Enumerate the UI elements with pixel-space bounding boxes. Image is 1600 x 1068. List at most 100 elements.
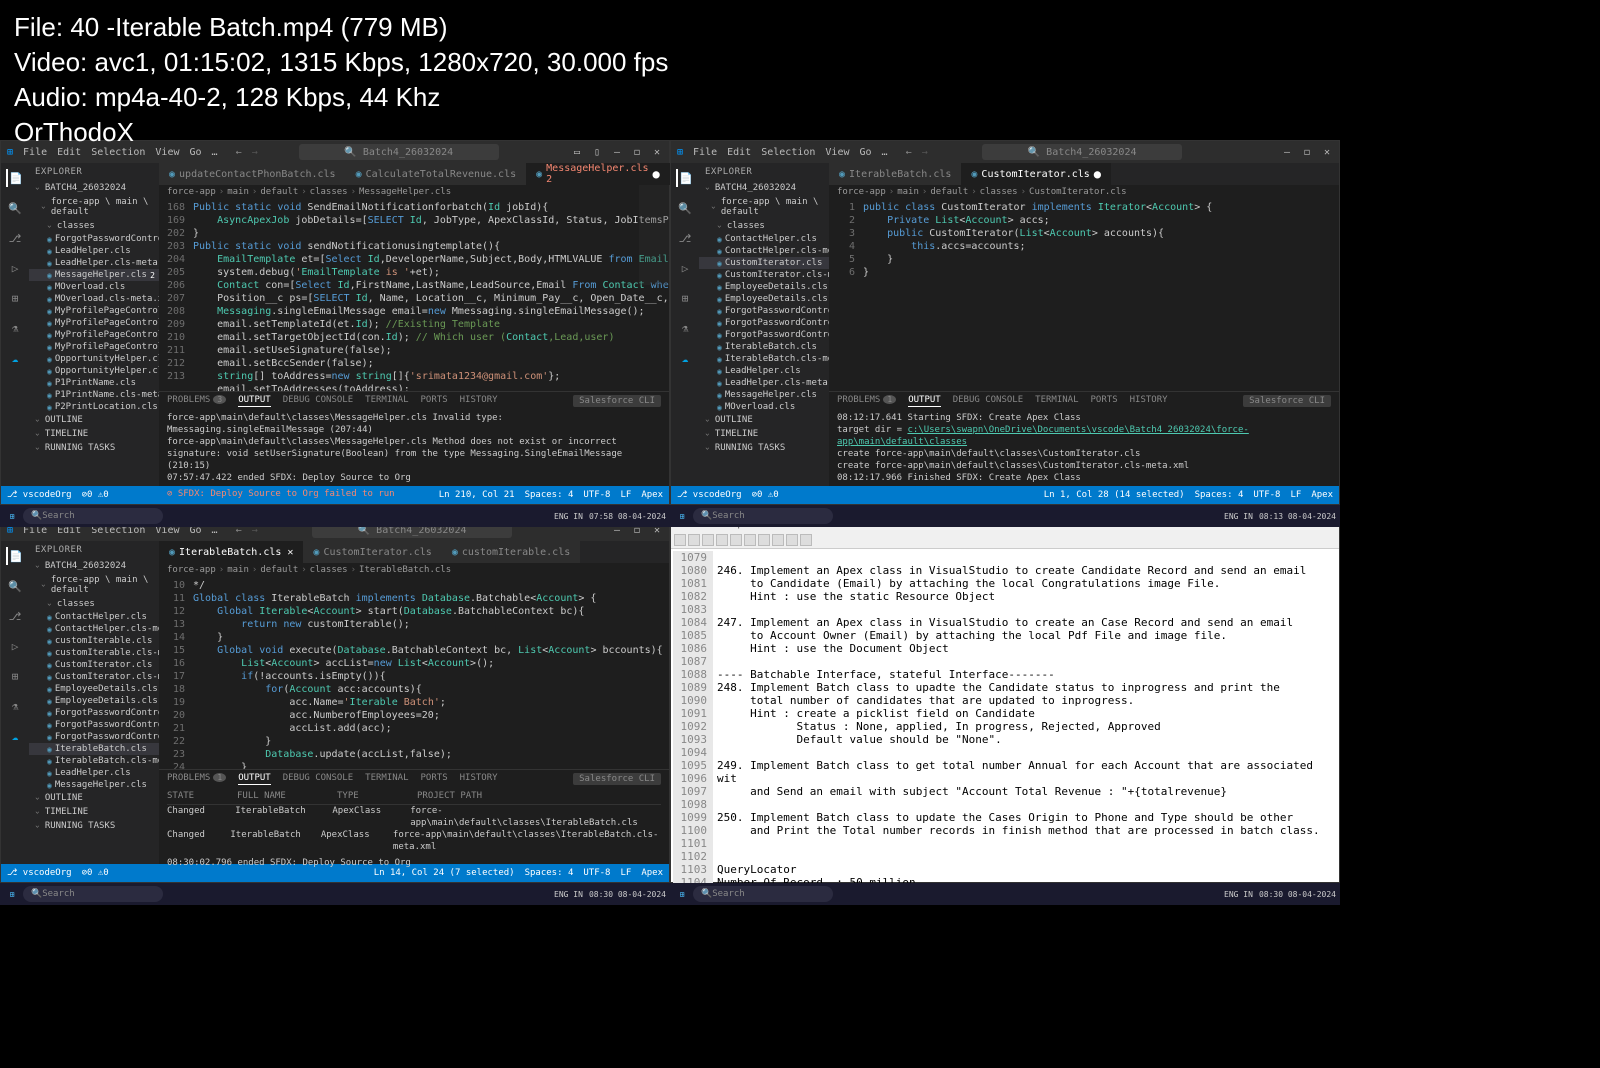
- maximize-icon[interactable]: ◻: [1301, 146, 1313, 158]
- output-channel-select[interactable]: Salesforce CLI: [573, 395, 661, 407]
- file-item[interactable]: ◉MyProfilePageControlle…: [29, 329, 159, 341]
- classes-folder[interactable]: classes: [29, 219, 159, 233]
- spaces-status[interactable]: Spaces: 4: [525, 868, 574, 878]
- file-item[interactable]: ◉EmployeeDetails.cls: [29, 683, 159, 695]
- file-item[interactable]: ◉ContactHelper.cls: [699, 233, 829, 245]
- file-item[interactable]: ◉EmployeeDetails.cls: [699, 281, 829, 293]
- debug-icon[interactable]: ▷: [6, 259, 24, 277]
- file-item[interactable]: ◉MOverload.cls-meta.xml: [29, 293, 159, 305]
- debug-console-tab[interactable]: DEBUG CONSOLE: [283, 773, 353, 785]
- np-tool-icon[interactable]: [716, 534, 728, 546]
- file-item[interactable]: ◉MessageHelper.cls2: [29, 269, 159, 281]
- breadcrumb[interactable]: force-app›main›default›classes›IterableB…: [159, 563, 669, 577]
- cursor-pos[interactable]: Ln 1, Col 28 (14 selected): [1044, 490, 1185, 500]
- code-lines[interactable]: Public static void SendEmailNotification…: [193, 201, 669, 391]
- ports-tab[interactable]: PORTS: [421, 773, 448, 785]
- editor-tab[interactable]: ◉ updateContactPhonBatch.cls: [159, 163, 346, 185]
- file-item[interactable]: ◉LeadHelper.cls: [29, 245, 159, 257]
- extensions-icon[interactable]: ⊞: [6, 289, 24, 307]
- branch-status[interactable]: ⎇ vscodeOrg: [677, 490, 742, 500]
- spaces-status[interactable]: Spaces: 4: [1195, 490, 1244, 500]
- test-icon[interactable]: ⚗: [676, 319, 694, 337]
- force-app-folder[interactable]: force-app \ main \ default: [699, 195, 829, 219]
- eol-status[interactable]: LF: [620, 490, 631, 500]
- clock[interactable]: 08:30 08-04-2024: [589, 890, 666, 899]
- editor-tab[interactable]: ◉ CustomIterator.cls: [303, 541, 441, 563]
- file-item[interactable]: ◉MOverload.cls: [699, 401, 829, 413]
- file-item[interactable]: ◉ForgotPasswordControll…: [699, 305, 829, 317]
- running-section[interactable]: RUNNING TASKS: [699, 441, 829, 455]
- file-item[interactable]: ◉MOverload.cls: [29, 281, 159, 293]
- debug-icon[interactable]: ▷: [676, 259, 694, 277]
- command-search[interactable]: 🔍 Batch4_26032024: [982, 144, 1182, 160]
- terminal-tab[interactable]: TERMINAL: [365, 395, 408, 407]
- debug-icon[interactable]: ▷: [6, 637, 24, 655]
- output-body[interactable]: force-app\main\default\classes\MessageHe…: [159, 410, 669, 502]
- file-item[interactable]: ◉ForgotPasswordControll…: [29, 233, 159, 245]
- problems-tab[interactable]: PROBLEMS3: [167, 395, 226, 407]
- clock[interactable]: 08:30 08-04-2024: [1259, 890, 1336, 899]
- output-channel-select[interactable]: Salesforce CLI: [573, 773, 661, 785]
- code-editor[interactable]: 1681692022032042052062072082092102112122…: [159, 199, 669, 391]
- file-item[interactable]: ◉EmployeeDetails.cls-me…: [29, 695, 159, 707]
- extensions-icon[interactable]: ⊞: [6, 667, 24, 685]
- terminal-tab[interactable]: TERMINAL: [365, 773, 408, 785]
- cursor-pos[interactable]: Ln 14, Col 24 (7 selected): [374, 868, 515, 878]
- np-tool-icon[interactable]: [772, 534, 784, 546]
- file-item[interactable]: ◉ContactHelper.cls-meta…: [29, 623, 159, 635]
- errors-status[interactable]: ⊘0 ⚠0: [82, 868, 109, 878]
- running-section[interactable]: RUNNING TASKS: [29, 441, 159, 455]
- np-tool-icon[interactable]: [688, 534, 700, 546]
- minimap[interactable]: [639, 199, 669, 285]
- spaces-status[interactable]: Spaces: 4: [525, 490, 574, 500]
- np-tool-icon[interactable]: [744, 534, 756, 546]
- outline-section[interactable]: OUTLINE: [29, 413, 159, 427]
- salesforce-icon[interactable]: ☁: [6, 349, 24, 367]
- file-item[interactable]: ◉customIterable.cls-met…: [29, 647, 159, 659]
- output-tab[interactable]: OUTPUT: [238, 395, 271, 407]
- search-activity-icon[interactable]: 🔍: [6, 199, 24, 217]
- file-item[interactable]: ◉customIterable.cls: [29, 635, 159, 647]
- start-icon[interactable]: ⊞: [4, 508, 20, 524]
- file-item[interactable]: ◉ContactHelper.cls: [29, 611, 159, 623]
- start-icon[interactable]: ⊞: [674, 886, 690, 902]
- taskbar-search[interactable]: 🔍 Search: [23, 886, 163, 902]
- code-lines[interactable]: public class CustomIterator implements I…: [863, 201, 1339, 391]
- classes-folder[interactable]: classes: [29, 597, 159, 611]
- np-tool-icon[interactable]: [702, 534, 714, 546]
- np-tool-icon[interactable]: [730, 534, 742, 546]
- code-lines[interactable]: */Global class IterableBatch implements …: [193, 579, 669, 769]
- file-item[interactable]: ◉IterableBatch.cls-meta…: [29, 755, 159, 767]
- cursor-pos[interactable]: Ln 210, Col 21: [439, 490, 515, 500]
- errors-status[interactable]: ⊘0 ⚠0: [82, 490, 109, 500]
- outline-section[interactable]: OUTLINE: [29, 791, 159, 805]
- file-item[interactable]: ◉CustomIterator.cls: [29, 659, 159, 671]
- root-folder[interactable]: BATCH4_26032024: [699, 181, 829, 195]
- taskbar-search[interactable]: 🔍 Search: [693, 508, 833, 524]
- editor-tab[interactable]: ◉ IterableBatch.cls ✕: [159, 541, 303, 563]
- file-item[interactable]: ◉ForgotPasswordControll…: [699, 329, 829, 341]
- breadcrumb[interactable]: force-app›main›default›classes›CustomIte…: [829, 185, 1339, 199]
- file-item[interactable]: ◉OpportunityHelper.cls: [29, 353, 159, 365]
- problems-tab[interactable]: PROBLEMS1: [167, 773, 226, 785]
- history-tab[interactable]: HISTORY: [460, 395, 498, 407]
- code-editor[interactable]: 123456 public class CustomIterator imple…: [829, 199, 1339, 391]
- salesforce-icon[interactable]: ☁: [676, 349, 694, 367]
- np-tool-icon[interactable]: [674, 534, 686, 546]
- force-app-folder[interactable]: force-app \ main \ default: [29, 195, 159, 219]
- clock[interactable]: 08:13 08-04-2024: [1259, 512, 1336, 521]
- file-item[interactable]: ◉MyProfilePageControlle…: [29, 341, 159, 353]
- editor-tab[interactable]: ◉ IterableBatch.cls: [829, 163, 961, 185]
- nav-fwd-icon[interactable]: →: [922, 147, 928, 158]
- file-item[interactable]: ◉EmployeeDetails.cls-me…: [699, 293, 829, 305]
- debug-console-tab[interactable]: DEBUG CONSOLE: [953, 395, 1023, 407]
- file-item[interactable]: ◉MyProfilePageControlle…: [29, 305, 159, 317]
- editor-tab[interactable]: ◉ CustomIterator.cls ●: [961, 163, 1111, 185]
- start-icon[interactable]: ⊞: [674, 508, 690, 524]
- taskbar-search[interactable]: 🔍 Search: [23, 508, 163, 524]
- file-item[interactable]: ◉LeadHelper.cls-meta.xml: [699, 377, 829, 389]
- np-tool-icon[interactable]: [786, 534, 798, 546]
- lang-status[interactable]: Apex: [641, 868, 663, 878]
- file-item[interactable]: ◉ForgotPasswordControll…: [29, 731, 159, 743]
- lang-indicator[interactable]: ENG IN: [554, 890, 583, 899]
